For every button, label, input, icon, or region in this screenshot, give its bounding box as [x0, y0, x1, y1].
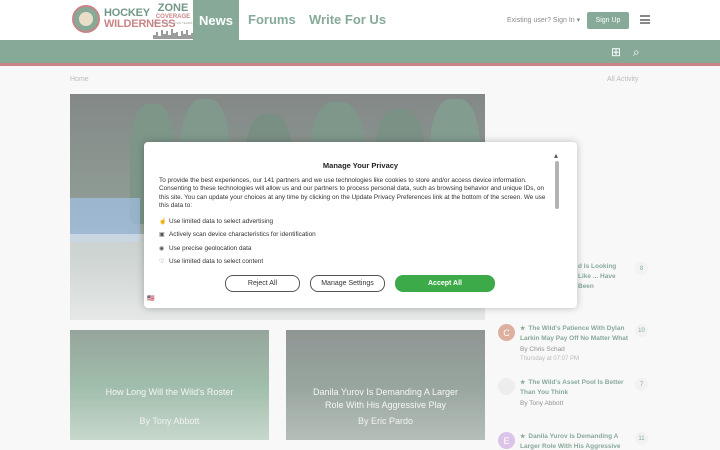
dialog-intro: To provide the best experiences, our 141…	[159, 177, 546, 209]
privacy-dialog: ▴ Manage Your Privacy To provide the bes…	[144, 142, 577, 308]
heart-icon: ♡	[159, 259, 165, 266]
manage-settings-button[interactable]: Manage Settings	[310, 275, 385, 292]
purpose-item: ◉ Use precise geolocation data	[159, 244, 252, 252]
reject-all-button[interactable]: Reject All	[225, 275, 300, 292]
purpose-item: ▣ Actively scan device characteristics fo…	[159, 231, 316, 239]
device-icon: ▣	[159, 232, 165, 239]
scroll-thumb[interactable]	[555, 161, 559, 209]
touch-icon: ☝	[159, 218, 167, 225]
language-flag-icon[interactable]: 🇺🇸	[147, 295, 154, 302]
dialog-body: To provide the best experiences, our 141…	[159, 177, 554, 267]
purpose-item: ♡ Use limited data to select content	[159, 258, 264, 266]
purpose-item: ☝ Use limited data to select advertising	[159, 217, 274, 225]
accept-all-button[interactable]: Accept All	[395, 275, 495, 292]
purpose-list: ☝ Use limited data to select advertising …	[159, 215, 554, 267]
location-icon: ◉	[159, 245, 165, 252]
dialog-scrollbar[interactable]	[555, 156, 559, 266]
dialog-title: Manage Your Privacy	[322, 161, 399, 170]
